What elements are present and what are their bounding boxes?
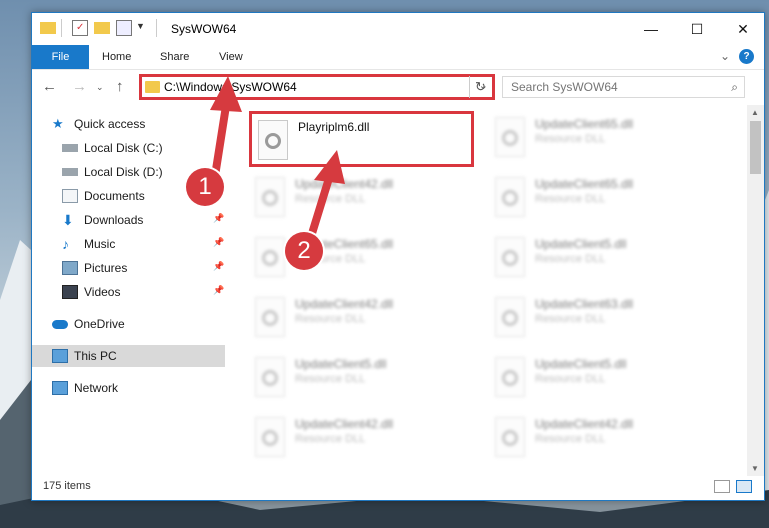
step-badge-2: 2 xyxy=(285,232,323,270)
step-badge-1: 1 xyxy=(186,168,224,206)
annotation-arrows xyxy=(210,76,345,244)
